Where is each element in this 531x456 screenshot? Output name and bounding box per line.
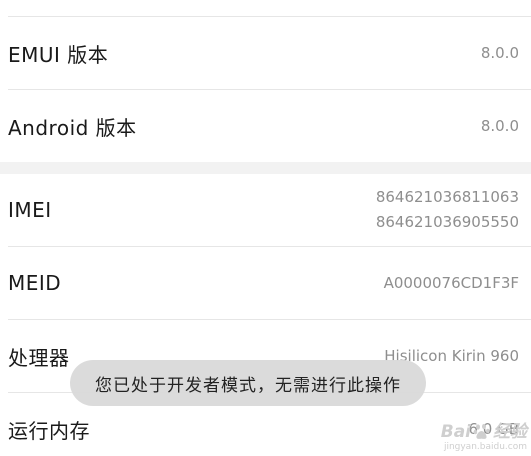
android-version-row[interactable]: Android 版本 8.0.0 xyxy=(0,90,531,162)
android-version-label: Android 版本 xyxy=(8,115,137,140)
meid-label: MEID xyxy=(8,271,62,295)
section-gap xyxy=(0,162,531,174)
processor-label: 处理器 xyxy=(8,345,70,370)
emui-version-value: 8.0.0 xyxy=(480,44,519,62)
ram-label: 运行内存 xyxy=(8,418,90,443)
imei-values: 864621036811063 864621036905550 xyxy=(376,185,519,235)
emui-version-label: EMUI 版本 xyxy=(8,42,109,67)
watermark-brand: Bai 经验 xyxy=(441,417,527,442)
device-info-screen: EMUI 版本 8.0.0 Android 版本 8.0.0 IMEI 8646… xyxy=(0,0,531,456)
watermark-brand-left: Bai xyxy=(440,422,471,442)
meid-row[interactable]: MEID A0000076CD1F3F xyxy=(0,247,531,319)
imei-value-2: 864621036905550 xyxy=(375,213,519,231)
meid-value: A0000076CD1F3F xyxy=(383,274,519,292)
watermark-url: jingyan.baidu.com xyxy=(443,442,527,452)
developer-mode-toast: 您已处于开发者模式，无需进行此操作 xyxy=(70,360,426,406)
imei-row[interactable]: IMEI 864621036811063 864621036905550 xyxy=(0,174,531,246)
emui-version-row[interactable]: EMUI 版本 8.0.0 xyxy=(0,17,531,89)
imei-value-1: 864621036811063 xyxy=(375,188,519,206)
watermark-brand-right: 经验 xyxy=(493,422,527,442)
android-version-value: 8.0.0 xyxy=(480,117,519,135)
baidu-paw-icon xyxy=(473,423,490,439)
baidu-watermark: Bai 经验 jingyan.baidu.com xyxy=(441,417,527,452)
imei-label: IMEI xyxy=(8,198,52,222)
